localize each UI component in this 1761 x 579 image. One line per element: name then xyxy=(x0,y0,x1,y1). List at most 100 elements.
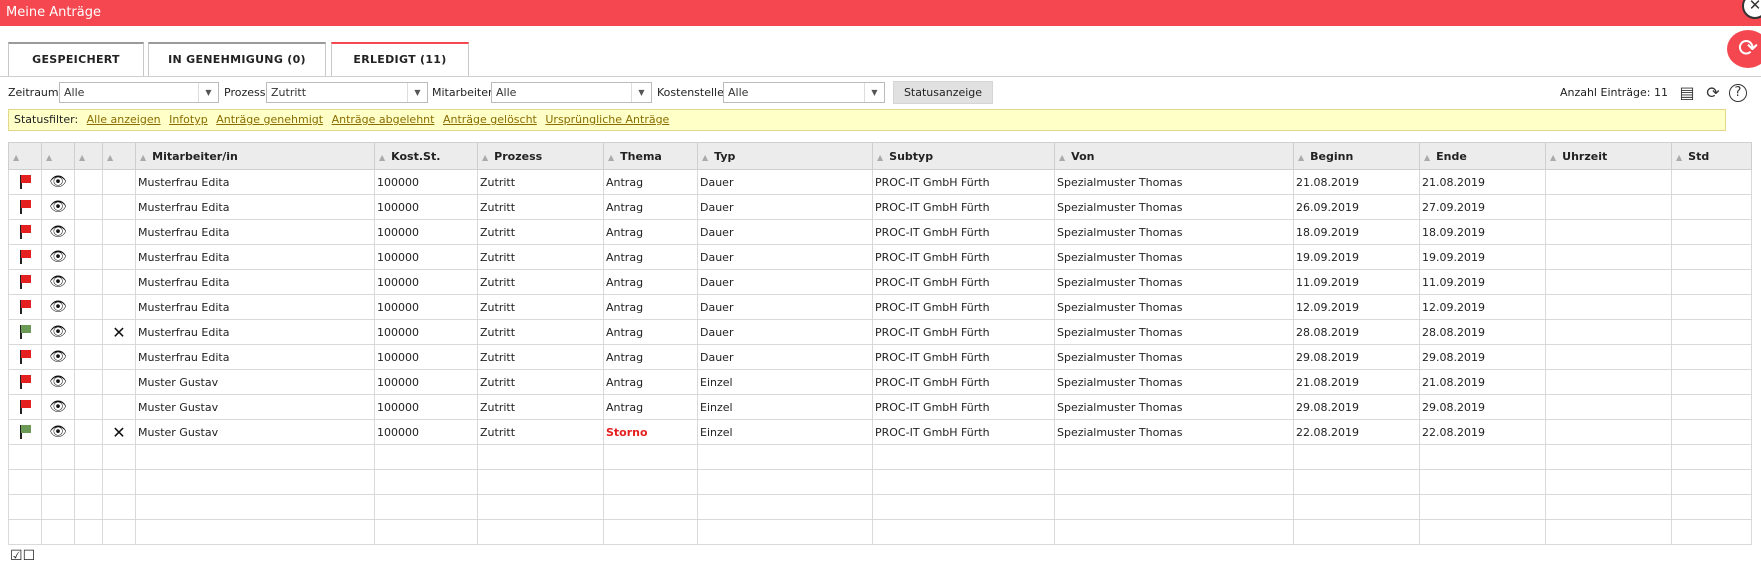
table-row[interactable]: 👁 ✕ Musterfrau Edita 100000 Zutritt Antrag Dau… xyxy=(8,319,1752,345)
flag-cell[interactable] xyxy=(8,369,42,395)
col-header-uhrzeit[interactable]: ▲ Uhrzeit xyxy=(1545,142,1672,170)
view-cell[interactable]: 👁 xyxy=(41,394,75,420)
view-cell[interactable]: 👁 xyxy=(41,194,75,220)
view-cell[interactable]: 👁 xyxy=(41,419,75,445)
col-header-delete[interactable]: ▲ xyxy=(102,142,136,170)
eye-icon[interactable]: 👁 xyxy=(49,349,67,365)
tab-erledigt[interactable]: ERLEDIGT (11) xyxy=(331,42,469,76)
col-header-typ[interactable]: ▲ Typ xyxy=(697,142,873,170)
kostenstelle-select[interactable]: Alle ▼ xyxy=(723,82,885,103)
flag-icon xyxy=(18,300,32,314)
sort-icon: ▲ xyxy=(1676,152,1683,162)
view-cell[interactable]: 👁 xyxy=(41,169,75,195)
col-header-kost[interactable]: ▲ Kost.St. xyxy=(374,142,478,170)
eye-icon[interactable]: 👁 xyxy=(49,199,67,215)
filter-link-infotyp[interactable]: Infotyp xyxy=(169,113,208,126)
eye-icon[interactable]: 👁 xyxy=(49,224,67,240)
empty-cell xyxy=(1293,519,1420,545)
flag-cell[interactable] xyxy=(8,244,42,270)
table-row[interactable]: 👁 ✕ Muster Gustav 100000 Zutritt Storno Einzel… xyxy=(8,419,1752,445)
flag-cell[interactable] xyxy=(8,219,42,245)
cell-ende: 29.08.2019 xyxy=(1419,394,1546,420)
col-header-beginn[interactable]: ▲ Beginn xyxy=(1293,142,1420,170)
flag-cell[interactable] xyxy=(8,319,42,345)
table-row[interactable]: 👁 Musterfrau Edita 100000 Zutritt Antrag Daue… xyxy=(8,219,1752,245)
view-cell[interactable]: 👁 xyxy=(41,269,75,295)
cell-beginn: 11.09.2019 xyxy=(1293,269,1420,295)
col-header-std[interactable]: ▲ Std xyxy=(1671,142,1752,170)
prozess-label: Prozess xyxy=(224,86,266,99)
view-cell[interactable]: 👁 xyxy=(41,244,75,270)
col-header-flag[interactable]: ▲ xyxy=(8,142,42,170)
cell-uhrzeit xyxy=(1545,194,1672,220)
col-header-view[interactable]: ▲ xyxy=(41,142,75,170)
zeitraum-select[interactable]: Alle ▼ xyxy=(59,82,219,103)
checkbox-checked-icon[interactable]: ☑ xyxy=(10,548,23,564)
flag-cell[interactable] xyxy=(8,169,42,195)
statusanzeige-button[interactable]: Statusanzeige xyxy=(893,81,993,104)
flag-cell[interactable] xyxy=(8,394,42,420)
flag-cell[interactable] xyxy=(8,269,42,295)
eye-icon[interactable]: 👁 xyxy=(49,274,67,290)
mitarbeiter-select[interactable]: Alle ▼ xyxy=(491,82,652,103)
table-row[interactable]: 👁 Muster Gustav 100000 Zutritt Antrag Einzel P… xyxy=(8,394,1752,420)
eye-icon[interactable]: 👁 xyxy=(49,324,67,340)
filter-link-urspruenglich[interactable]: Ursprüngliche Anträge xyxy=(545,113,669,126)
col-header-mitarbeiter[interactable]: ▲ Mitarbeiter/in xyxy=(135,142,375,170)
book-icon[interactable]: ▤ xyxy=(1677,83,1697,103)
flag-cell[interactable] xyxy=(8,419,42,445)
view-cell[interactable]: 👁 xyxy=(41,319,75,345)
flag-cell[interactable] xyxy=(8,294,42,320)
cell-prozess: Zutritt xyxy=(477,394,604,420)
tab-gespeichert[interactable]: GESPEICHERT xyxy=(8,42,144,76)
refresh-icon[interactable]: ⟳ xyxy=(1727,30,1761,68)
filter-link-alle[interactable]: Alle anzeigen xyxy=(87,113,161,126)
view-cell[interactable]: 👁 xyxy=(41,294,75,320)
eye-icon[interactable]: 👁 xyxy=(49,174,67,190)
cell-von: Spezialmuster Thomas xyxy=(1054,369,1294,395)
reload-icon[interactable]: ⟳ xyxy=(1703,83,1723,103)
filter-link-geloescht[interactable]: Anträge gelöscht xyxy=(443,113,537,126)
cell-prozess: Zutritt xyxy=(477,294,604,320)
table-row[interactable]: 👁 Musterfrau Edita 100000 Zutritt Antrag Daue… xyxy=(8,269,1752,295)
col-header-subtyp[interactable]: ▲ Subtyp xyxy=(872,142,1055,170)
delete-cell[interactable]: ✕ xyxy=(102,319,136,345)
table-row[interactable]: 👁 Musterfrau Edita 100000 Zutritt Antrag Daue… xyxy=(8,344,1752,370)
empty-cell xyxy=(135,494,375,520)
eye-icon[interactable]: 👁 xyxy=(49,299,67,315)
prozess-select[interactable]: Zutritt ▼ xyxy=(266,82,428,103)
flag-cell[interactable] xyxy=(8,194,42,220)
flag-cell[interactable] xyxy=(8,344,42,370)
delete-cell[interactable]: ✕ xyxy=(102,419,136,445)
col-header-von[interactable]: ▲ Von xyxy=(1054,142,1294,170)
filter-link-genehmigt[interactable]: Anträge genehmigt xyxy=(216,113,323,126)
view-cell[interactable]: 👁 xyxy=(41,219,75,245)
col-header-prozess[interactable]: ▲ Prozess xyxy=(477,142,604,170)
checkbox-empty-icon[interactable]: ☐ xyxy=(23,548,36,564)
close-icon[interactable]: ✕ xyxy=(112,323,125,342)
table-row[interactable]: 👁 Muster Gustav 100000 Zutritt Antrag Einzel P… xyxy=(8,369,1752,395)
eye-icon[interactable]: 👁 xyxy=(49,374,67,390)
empty-cell xyxy=(477,444,604,470)
eye-icon[interactable]: 👁 xyxy=(49,399,67,415)
close-icon[interactable]: ✕ xyxy=(112,423,125,442)
empty-cell xyxy=(1293,494,1420,520)
cell-subtyp: PROC-IT GmbH Fürth xyxy=(872,269,1055,295)
table-row[interactable]: 👁 Musterfrau Edita 100000 Zutritt Antrag Daue… xyxy=(8,294,1752,320)
table-row[interactable]: 👁 Musterfrau Edita 100000 Zutritt Antrag Daue… xyxy=(8,244,1752,270)
col-header-ende[interactable]: ▲ Ende xyxy=(1419,142,1546,170)
eye-icon[interactable]: 👁 xyxy=(49,249,67,265)
cell-thema: Antrag xyxy=(603,294,698,320)
col-header-thema[interactable]: ▲ Thema xyxy=(603,142,698,170)
view-cell[interactable]: 👁 xyxy=(41,369,75,395)
eye-icon[interactable]: 👁 xyxy=(49,424,67,440)
view-cell[interactable]: 👁 xyxy=(41,344,75,370)
col-header-blank[interactable]: ▲ xyxy=(74,142,103,170)
cell-mitarbeiter: Muster Gustav xyxy=(135,419,375,445)
sort-icon: ▲ xyxy=(79,152,86,162)
help-icon[interactable]: ? xyxy=(1729,84,1747,102)
filter-link-abgelehnt[interactable]: Anträge abgelehnt xyxy=(332,113,435,126)
tab-in-genehmigung[interactable]: IN GENEHMIGUNG (0) xyxy=(148,42,326,76)
table-row[interactable]: 👁 Musterfrau Edita 100000 Zutritt Antrag Daue… xyxy=(8,194,1752,220)
table-row[interactable]: 👁 Musterfrau Edita 100000 Zutritt Antrag Daue… xyxy=(8,169,1752,195)
